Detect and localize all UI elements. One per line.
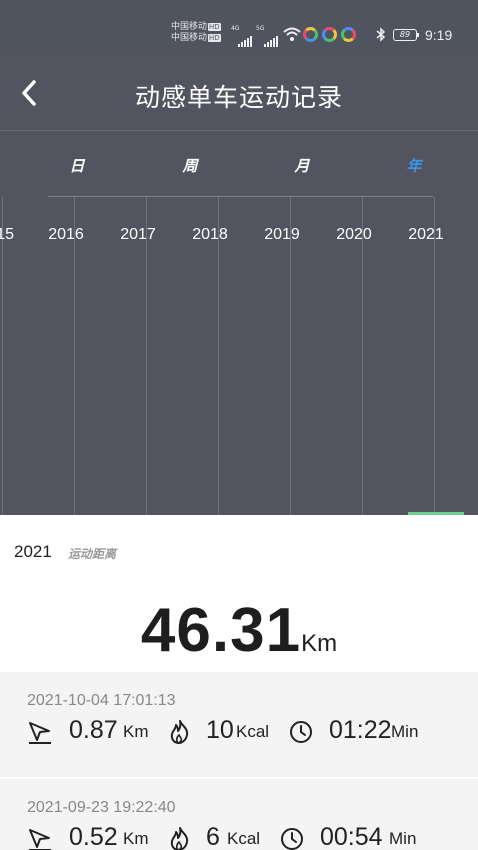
app-notification-icon xyxy=(341,27,356,42)
record-distance: 0.87 xyxy=(69,716,118,744)
record-duration-unit: Min xyxy=(389,829,417,848)
chart-grid-line xyxy=(146,197,147,515)
record-duration: 00:54 xyxy=(320,823,383,850)
tabs-divider xyxy=(48,196,433,197)
record-calories-unit: Kcal xyxy=(236,722,270,741)
hd-badge: HD xyxy=(208,34,221,42)
distance-icon xyxy=(29,722,51,744)
summary-total: 46.31Km xyxy=(0,595,478,666)
year-label-2021[interactable]: 2021 xyxy=(396,226,456,244)
bluetooth-icon xyxy=(376,27,386,42)
yearly-chart-panel: 日 周 月 年 15 2016 2017 2018 2019 2020 2021 xyxy=(0,131,478,515)
carrier-name: 中国移动 xyxy=(171,22,208,32)
battery-icon: 89 xyxy=(393,29,417,41)
summary-metric-label: 运动距离 xyxy=(68,547,117,561)
record-datetime: 2021-10-04 17:01:13 xyxy=(27,692,176,709)
year-label-2018[interactable]: 2018 xyxy=(180,226,240,244)
list-item[interactable]: 2021-10-04 17:01:13 0.87 Km 10 Kcal 01:2… xyxy=(0,672,478,777)
carrier-info: 中国移动 HD 中国移动 HD xyxy=(171,22,221,44)
record-distance: 0.52 xyxy=(69,823,118,850)
clock-icon xyxy=(290,721,312,743)
summary-card: 2021 运动距离 46.31Km xyxy=(0,515,478,672)
year-label-2017[interactable]: 2017 xyxy=(108,226,168,244)
signal-icon xyxy=(264,28,279,47)
flame-icon xyxy=(170,720,189,744)
year-label-2019[interactable]: 2019 xyxy=(252,226,312,244)
hd-badge: HD xyxy=(208,23,221,31)
records-list: 2021-10-04 17:01:13 0.87 Km 10 Kcal 01:2… xyxy=(0,672,478,850)
chart-grid-line xyxy=(434,197,435,515)
battery-nub xyxy=(417,33,419,37)
signal-icon xyxy=(238,28,253,47)
wifi-icon xyxy=(283,27,301,41)
record-stats: 0.52 Km 6 Kcal 00:54 Min xyxy=(27,823,467,850)
list-item[interactable]: 2021-09-23 19:22:40 0.52 Km 6 Kcal 00:54… xyxy=(0,777,478,850)
tab-week[interactable]: 周 xyxy=(170,155,210,176)
chart-grid-line xyxy=(218,197,219,515)
year-label-2020[interactable]: 2020 xyxy=(324,226,384,244)
year-label-partial[interactable]: 15 xyxy=(0,226,14,244)
record-distance-unit: Km xyxy=(123,722,149,741)
flame-icon xyxy=(170,827,189,850)
chart-grid-line xyxy=(290,197,291,515)
clock-icon xyxy=(281,828,303,850)
page-title: 动感单车运动记录 xyxy=(134,83,343,112)
chart-grid-line xyxy=(74,197,75,515)
record-duration-unit: Min xyxy=(391,722,419,741)
record-stats: 0.87 Km 10 Kcal 01:22 Min xyxy=(27,716,467,748)
record-calories: 6 xyxy=(206,823,220,850)
summary-distance-value: 46.31 xyxy=(140,596,302,665)
record-duration: 01:22 xyxy=(329,716,392,744)
clock: 9:19 xyxy=(425,27,453,43)
record-distance-unit: Km xyxy=(123,829,149,848)
tab-year[interactable]: 年 xyxy=(394,155,434,176)
tab-day[interactable]: 日 xyxy=(57,155,97,176)
tab-month[interactable]: 月 xyxy=(282,155,322,176)
summary-distance-unit: Km xyxy=(301,630,338,657)
app-notification-icon xyxy=(303,27,318,42)
app-header: 动感单车运动记录 xyxy=(0,56,478,131)
app-notification-icon xyxy=(322,27,337,42)
year-label-2016[interactable]: 2016 xyxy=(36,226,96,244)
summary-year: 2021 xyxy=(14,542,52,561)
distance-icon xyxy=(29,829,51,850)
record-calories: 10 xyxy=(206,716,234,744)
period-tabs: 日 周 月 年 xyxy=(0,131,478,197)
status-bar: 中国移动 HD 中国移动 HD 4G 5G 89 9:19 xyxy=(0,0,478,56)
record-calories-unit: Kcal xyxy=(227,829,261,848)
record-datetime: 2021-09-23 19:22:40 xyxy=(27,799,176,816)
carrier-name: 中国移动 xyxy=(171,33,208,43)
chart-grid-line xyxy=(2,197,3,515)
chart-grid-line xyxy=(362,197,363,515)
